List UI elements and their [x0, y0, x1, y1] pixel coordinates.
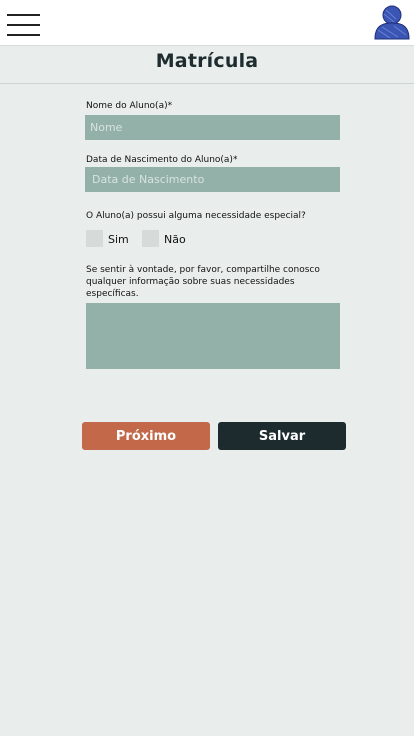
no-option-label: Não: [164, 233, 186, 246]
next-button[interactable]: Próximo: [82, 422, 210, 450]
save-button[interactable]: Salvar: [218, 422, 346, 450]
birth-date-label: Data de Nascimento do Aluno(a)*: [86, 155, 238, 165]
menu-line: [7, 34, 40, 36]
special-need-question: O Aluno(a) possui alguma necessidade esp…: [86, 211, 306, 221]
top-bar: [0, 0, 414, 46]
menu-line: [7, 24, 40, 26]
student-name-input[interactable]: [85, 115, 340, 140]
title-divider: [0, 83, 414, 84]
menu-line: [7, 14, 40, 16]
page-title: Matrícula: [155, 50, 259, 72]
yes-checkbox[interactable]: [86, 230, 103, 247]
special-needs-details-textarea[interactable]: [86, 303, 340, 369]
user-avatar-icon[interactable]: [372, 4, 410, 40]
no-checkbox[interactable]: [142, 230, 159, 247]
birth-date-input[interactable]: [85, 167, 340, 192]
yes-option-label: Sim: [108, 233, 129, 246]
hamburger-menu-icon[interactable]: [7, 14, 40, 36]
special-needs-details-label: Se sentir à vontade, por favor, comparti…: [86, 265, 320, 299]
student-name-label: Nome do Aluno(a)*: [86, 101, 173, 111]
